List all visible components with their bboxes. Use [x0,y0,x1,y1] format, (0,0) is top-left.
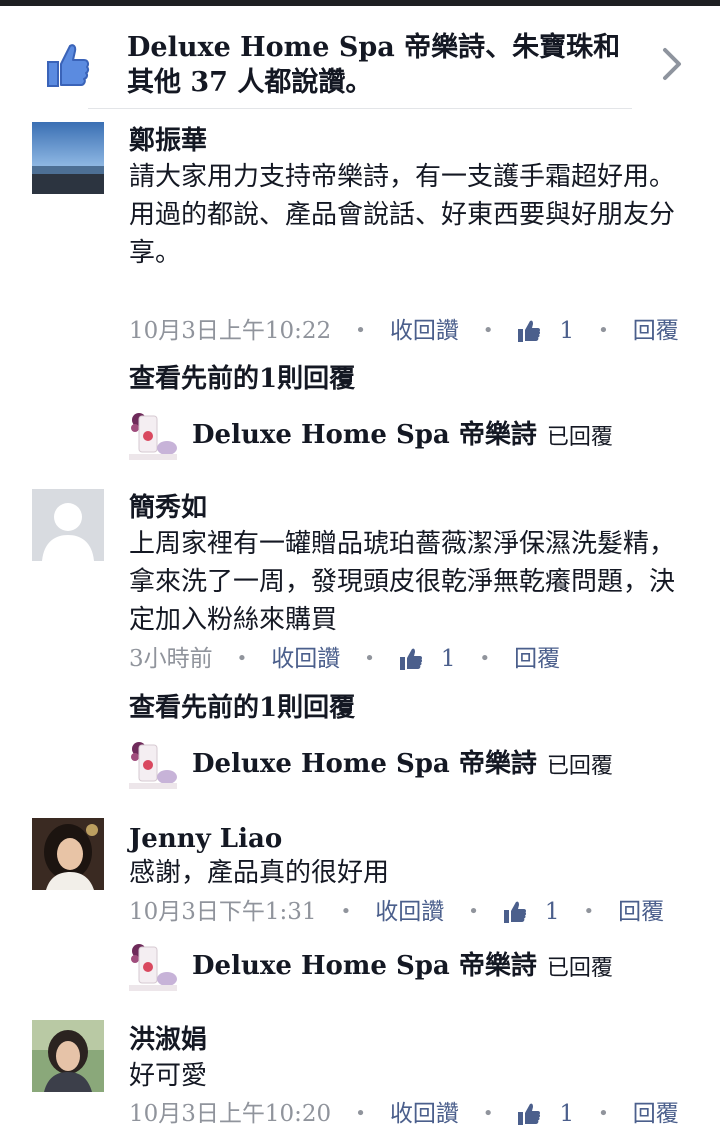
product-photo-icon [129,739,177,789]
product-photo-icon [129,410,177,460]
reply-author: Deluxe Home Spa 帝樂詩 [192,420,537,450]
small-thumbs-up-icon [399,648,422,670]
default-profile-icon [32,489,104,561]
timestamp: 10月3日下午1:31 [129,899,317,925]
reply-status: 已回覆 [546,425,613,450]
separator-dot: • [482,320,494,341]
comment-paragraph: 好可愛 [129,1061,208,1091]
comment-meta: 10月3日上午10:20 • 收回讚 • 1 • 回覆 [129,1097,679,1130]
timestamp: 3小時前 [129,646,213,672]
separator-dot: • [598,320,609,341]
separator-dot: • [598,1103,609,1124]
reply-button[interactable]: 回覆 [633,1097,679,1130]
avatar-default[interactable] [32,489,104,561]
separator-dot: • [468,901,479,922]
avatar-landscape-photo [32,122,104,194]
divider [88,108,632,109]
comment-meta: 3小時前 • 收回讚 • 1 • 回覆 [129,642,560,676]
comment-meta: 10月3日上午10:22 • 收回讚 • 1 • 回覆 [129,314,679,348]
separator-dot: • [482,1103,494,1124]
reply-author: Deluxe Home Spa 帝樂詩 [192,749,537,779]
view-previous-replies-link[interactable]: 查看先前的1則回覆 [129,691,355,725]
product-photo-icon [129,941,177,991]
reply-author: Deluxe Home Spa 帝樂詩 [192,951,537,981]
comment-paragraph: 請大家用力支持帝樂詩，有一支護手霜超好用。 [129,162,676,192]
comment-text: 感謝，產品真的很好用 [129,854,689,892]
reply-button[interactable]: 回覆 [618,895,664,929]
page-avatar [129,410,177,460]
likes-summary-text: Deluxe Home Spa 帝樂詩、朱寶珠和其他 37 人都說讚。 [127,32,621,98]
timestamp: 10月3日上午10:20 [129,1101,332,1127]
unlike-button[interactable]: 收回讚 [271,642,340,676]
like-count[interactable]: 1 [559,314,574,348]
commenter-name[interactable]: Jenny Liao [129,822,282,856]
page-reply-summary[interactable]: Deluxe Home Spa 帝樂詩 已回覆 [129,940,613,992]
comment-paragraph: 用過的都說、產品會說話、好東西要與好朋友分享。 [129,200,676,268]
avatar[interactable] [32,122,104,194]
commenter-name[interactable]: 洪淑娟 [129,1023,207,1057]
small-thumbs-up-icon [518,320,541,342]
reply-button[interactable]: 回覆 [633,314,679,348]
avatar[interactable] [32,818,104,890]
like-count[interactable]: 1 [545,895,560,929]
separator-dot: • [355,320,366,341]
commenter-name[interactable]: 鄭振華 [129,124,207,158]
likes-summary-bar[interactable]: Deluxe Home Spa 帝樂詩、朱寶珠和其他 37 人都說讚。 [0,6,720,110]
comment-text: 上周家裡有一罐贈品琥珀薔薇潔淨保濕洗髮精，拿來洗了一周，發現頭皮很乾淨無乾癢問題… [129,525,689,639]
unlike-button[interactable]: 收回讚 [375,895,444,929]
timestamp: 10月3日上午10:22 [129,318,332,344]
avatar-person-photo [32,1020,104,1092]
separator-dot: • [355,1103,366,1124]
reply-status: 已回覆 [546,754,613,779]
thumbs-up-icon [47,44,90,87]
page-reply-summary[interactable]: Deluxe Home Spa 帝樂詩 已回覆 [129,409,613,461]
small-thumbs-up-icon [518,1103,541,1125]
like-count[interactable]: 1 [441,642,456,676]
separator-dot: • [479,648,491,669]
separator-dot: • [340,901,352,922]
reply-button[interactable]: 回覆 [514,642,560,676]
separator-dot: • [236,648,248,669]
separator-dot: • [583,901,595,922]
like-count[interactable]: 1 [559,1097,574,1130]
page-avatar [129,739,177,789]
view-previous-replies-link[interactable]: 查看先前的1則回覆 [129,362,355,396]
unlike-button[interactable]: 收回讚 [390,1097,459,1130]
avatar-person-photo [32,818,104,890]
commenter-name[interactable]: 簡秀如 [129,491,207,525]
comment-paragraph: 感謝，產品真的很好用 [129,858,390,888]
page-avatar [129,941,177,991]
small-thumbs-up-icon [503,901,526,923]
avatar[interactable] [32,1020,104,1092]
reply-status: 已回覆 [546,956,613,981]
chevron-right-icon[interactable] [660,44,684,84]
comment-paragraph: 上周家裡有一罐贈品琥珀薔薇潔淨保濕洗髮精，拿來洗了一周，發現頭皮很乾淨無乾癢問題… [129,529,676,635]
comment-text: 請大家用力支持帝樂詩，有一支護手霜超好用。 用過的都說、產品會說話、好東西要與好… [129,158,689,272]
page-reply-summary[interactable]: Deluxe Home Spa 帝樂詩 已回覆 [129,738,613,790]
separator-dot: • [364,648,375,669]
comment-text: 好可愛 [129,1057,689,1095]
comment-meta: 10月3日下午1:31 • 收回讚 • 1 • 回覆 [129,895,664,929]
unlike-button[interactable]: 收回讚 [390,314,459,348]
